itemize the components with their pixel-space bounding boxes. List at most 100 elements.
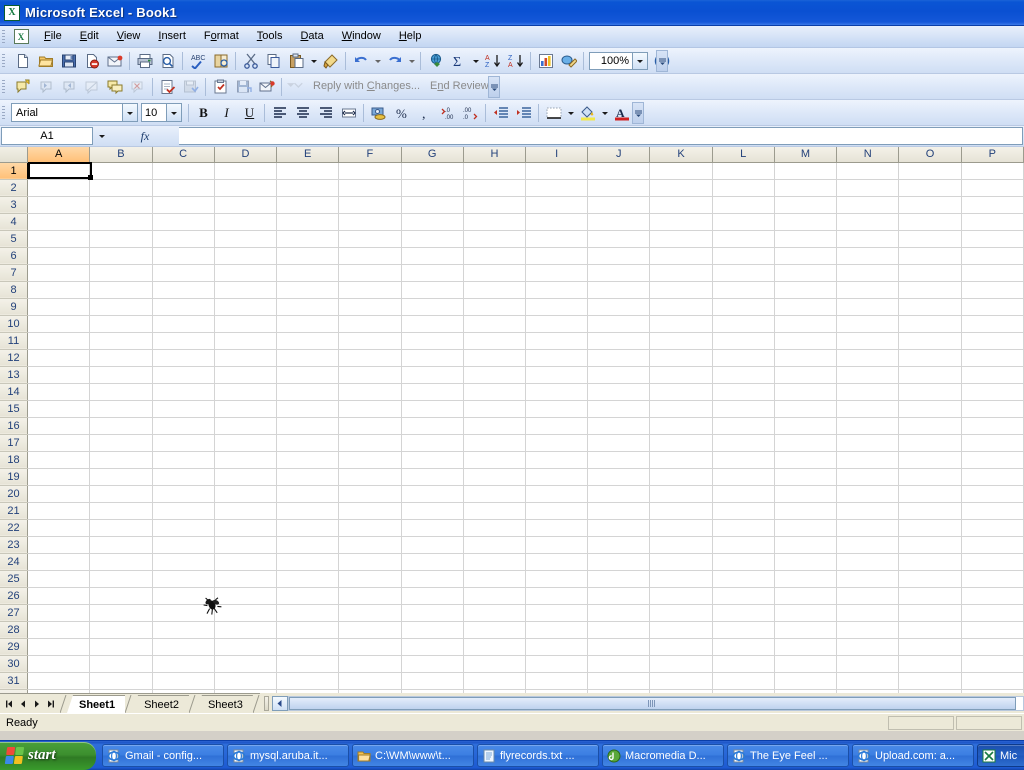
cell-B8[interactable] bbox=[90, 281, 152, 298]
cell-A17[interactable] bbox=[28, 434, 90, 451]
cell-H18[interactable] bbox=[463, 451, 525, 468]
cell-C19[interactable] bbox=[152, 468, 214, 485]
cell-M8[interactable] bbox=[774, 281, 836, 298]
cell-A12[interactable] bbox=[28, 349, 90, 366]
cell-E10[interactable] bbox=[277, 315, 339, 332]
select-all-corner[interactable] bbox=[0, 147, 28, 162]
cell-A23[interactable] bbox=[28, 536, 90, 553]
row-header-9[interactable]: 9 bbox=[0, 298, 28, 315]
cell-L7[interactable] bbox=[712, 264, 774, 281]
column-header-j[interactable]: J bbox=[588, 147, 650, 162]
cell-D29[interactable] bbox=[214, 638, 276, 655]
cell-E9[interactable] bbox=[277, 298, 339, 315]
cell-G21[interactable] bbox=[401, 502, 463, 519]
cell-E11[interactable] bbox=[277, 332, 339, 349]
print-preview-icon[interactable] bbox=[156, 50, 179, 72]
reviewing-toolbar-grip[interactable] bbox=[2, 78, 9, 96]
cell-B28[interactable] bbox=[90, 621, 152, 638]
increase-indent-icon[interactable] bbox=[512, 102, 535, 124]
cell-A10[interactable] bbox=[28, 315, 90, 332]
cell-P10[interactable] bbox=[961, 315, 1023, 332]
cell-A5[interactable] bbox=[28, 230, 90, 247]
cell-O1[interactable] bbox=[899, 162, 961, 179]
cell-O6[interactable] bbox=[899, 247, 961, 264]
cell-L5[interactable] bbox=[712, 230, 774, 247]
cell-K13[interactable] bbox=[650, 366, 712, 383]
cell-J27[interactable] bbox=[588, 604, 650, 621]
cell-I18[interactable] bbox=[526, 451, 588, 468]
cell-A29[interactable] bbox=[28, 638, 90, 655]
cell-O3[interactable] bbox=[899, 196, 961, 213]
cell-F15[interactable] bbox=[339, 400, 401, 417]
cell-F3[interactable] bbox=[339, 196, 401, 213]
cell-I23[interactable] bbox=[526, 536, 588, 553]
cell-M14[interactable] bbox=[774, 383, 836, 400]
previous-comment-icon[interactable] bbox=[34, 76, 57, 98]
cell-O13[interactable] bbox=[899, 366, 961, 383]
cell-D24[interactable] bbox=[214, 553, 276, 570]
align-right-icon[interactable] bbox=[314, 102, 337, 124]
decrease-indent-icon[interactable] bbox=[489, 102, 512, 124]
cell-L2[interactable] bbox=[712, 179, 774, 196]
taskbar-item-2[interactable]: C:\WM\www\t... bbox=[352, 744, 474, 767]
cell-E29[interactable] bbox=[277, 638, 339, 655]
horizontal-scrollbar[interactable] bbox=[260, 693, 1024, 713]
font-size-dropdown-icon[interactable] bbox=[167, 103, 182, 122]
cell-L22[interactable] bbox=[712, 519, 774, 536]
cell-M2[interactable] bbox=[774, 179, 836, 196]
cell-J3[interactable] bbox=[588, 196, 650, 213]
cell-M1[interactable] bbox=[774, 162, 836, 179]
cell-K4[interactable] bbox=[650, 213, 712, 230]
cell-N13[interactable] bbox=[837, 366, 899, 383]
menu-grip[interactable] bbox=[2, 28, 9, 46]
cell-F1[interactable] bbox=[339, 162, 401, 179]
cell-C31[interactable] bbox=[152, 672, 214, 689]
cell-O10[interactable] bbox=[899, 315, 961, 332]
cell-J20[interactable] bbox=[588, 485, 650, 502]
spelling-icon[interactable]: ABC bbox=[186, 50, 209, 72]
cell-M10[interactable] bbox=[774, 315, 836, 332]
cell-A11[interactable] bbox=[28, 332, 90, 349]
cell-H12[interactable] bbox=[463, 349, 525, 366]
cell-F9[interactable] bbox=[339, 298, 401, 315]
row-header-26[interactable]: 26 bbox=[0, 587, 28, 604]
taskbar-item-3[interactable]: flyrecords.txt ... bbox=[477, 744, 599, 767]
cell-I26[interactable] bbox=[526, 587, 588, 604]
cell-K20[interactable] bbox=[650, 485, 712, 502]
cell-I30[interactable] bbox=[526, 655, 588, 672]
redo-dropdown-icon[interactable] bbox=[406, 50, 417, 72]
standard-toolbar-grip[interactable] bbox=[2, 52, 9, 70]
cell-B16[interactable] bbox=[90, 417, 152, 434]
cell-J5[interactable] bbox=[588, 230, 650, 247]
taskbar-item-0[interactable]: Gmail - config... bbox=[102, 744, 224, 767]
cell-I22[interactable] bbox=[526, 519, 588, 536]
cell-K24[interactable] bbox=[650, 553, 712, 570]
cell-A16[interactable] bbox=[28, 417, 90, 434]
cell-M23[interactable] bbox=[774, 536, 836, 553]
cell-K9[interactable] bbox=[650, 298, 712, 315]
font-color-icon[interactable]: A bbox=[610, 102, 633, 124]
fill-color-dropdown-icon[interactable] bbox=[599, 102, 610, 124]
sheet-tab-sheet3[interactable]: Sheet3 bbox=[196, 695, 253, 713]
cell-L6[interactable] bbox=[712, 247, 774, 264]
cell-P24[interactable] bbox=[961, 553, 1023, 570]
cell-N19[interactable] bbox=[837, 468, 899, 485]
cell-G5[interactable] bbox=[401, 230, 463, 247]
cell-M25[interactable] bbox=[774, 570, 836, 587]
cell-K1[interactable] bbox=[650, 162, 712, 179]
cell-F21[interactable] bbox=[339, 502, 401, 519]
cell-F23[interactable] bbox=[339, 536, 401, 553]
next-sheet-icon[interactable] bbox=[30, 696, 44, 712]
cell-D3[interactable] bbox=[214, 196, 276, 213]
cell-K28[interactable] bbox=[650, 621, 712, 638]
cell-I7[interactable] bbox=[526, 264, 588, 281]
drawing-icon[interactable] bbox=[557, 50, 580, 72]
undo-dropdown-icon[interactable] bbox=[372, 50, 383, 72]
cell-D1[interactable] bbox=[214, 162, 276, 179]
cell-G26[interactable] bbox=[401, 587, 463, 604]
row-header-28[interactable]: 28 bbox=[0, 621, 28, 638]
cell-A9[interactable] bbox=[28, 298, 90, 315]
cell-G3[interactable] bbox=[401, 196, 463, 213]
cell-P13[interactable] bbox=[961, 366, 1023, 383]
cell-L23[interactable] bbox=[712, 536, 774, 553]
